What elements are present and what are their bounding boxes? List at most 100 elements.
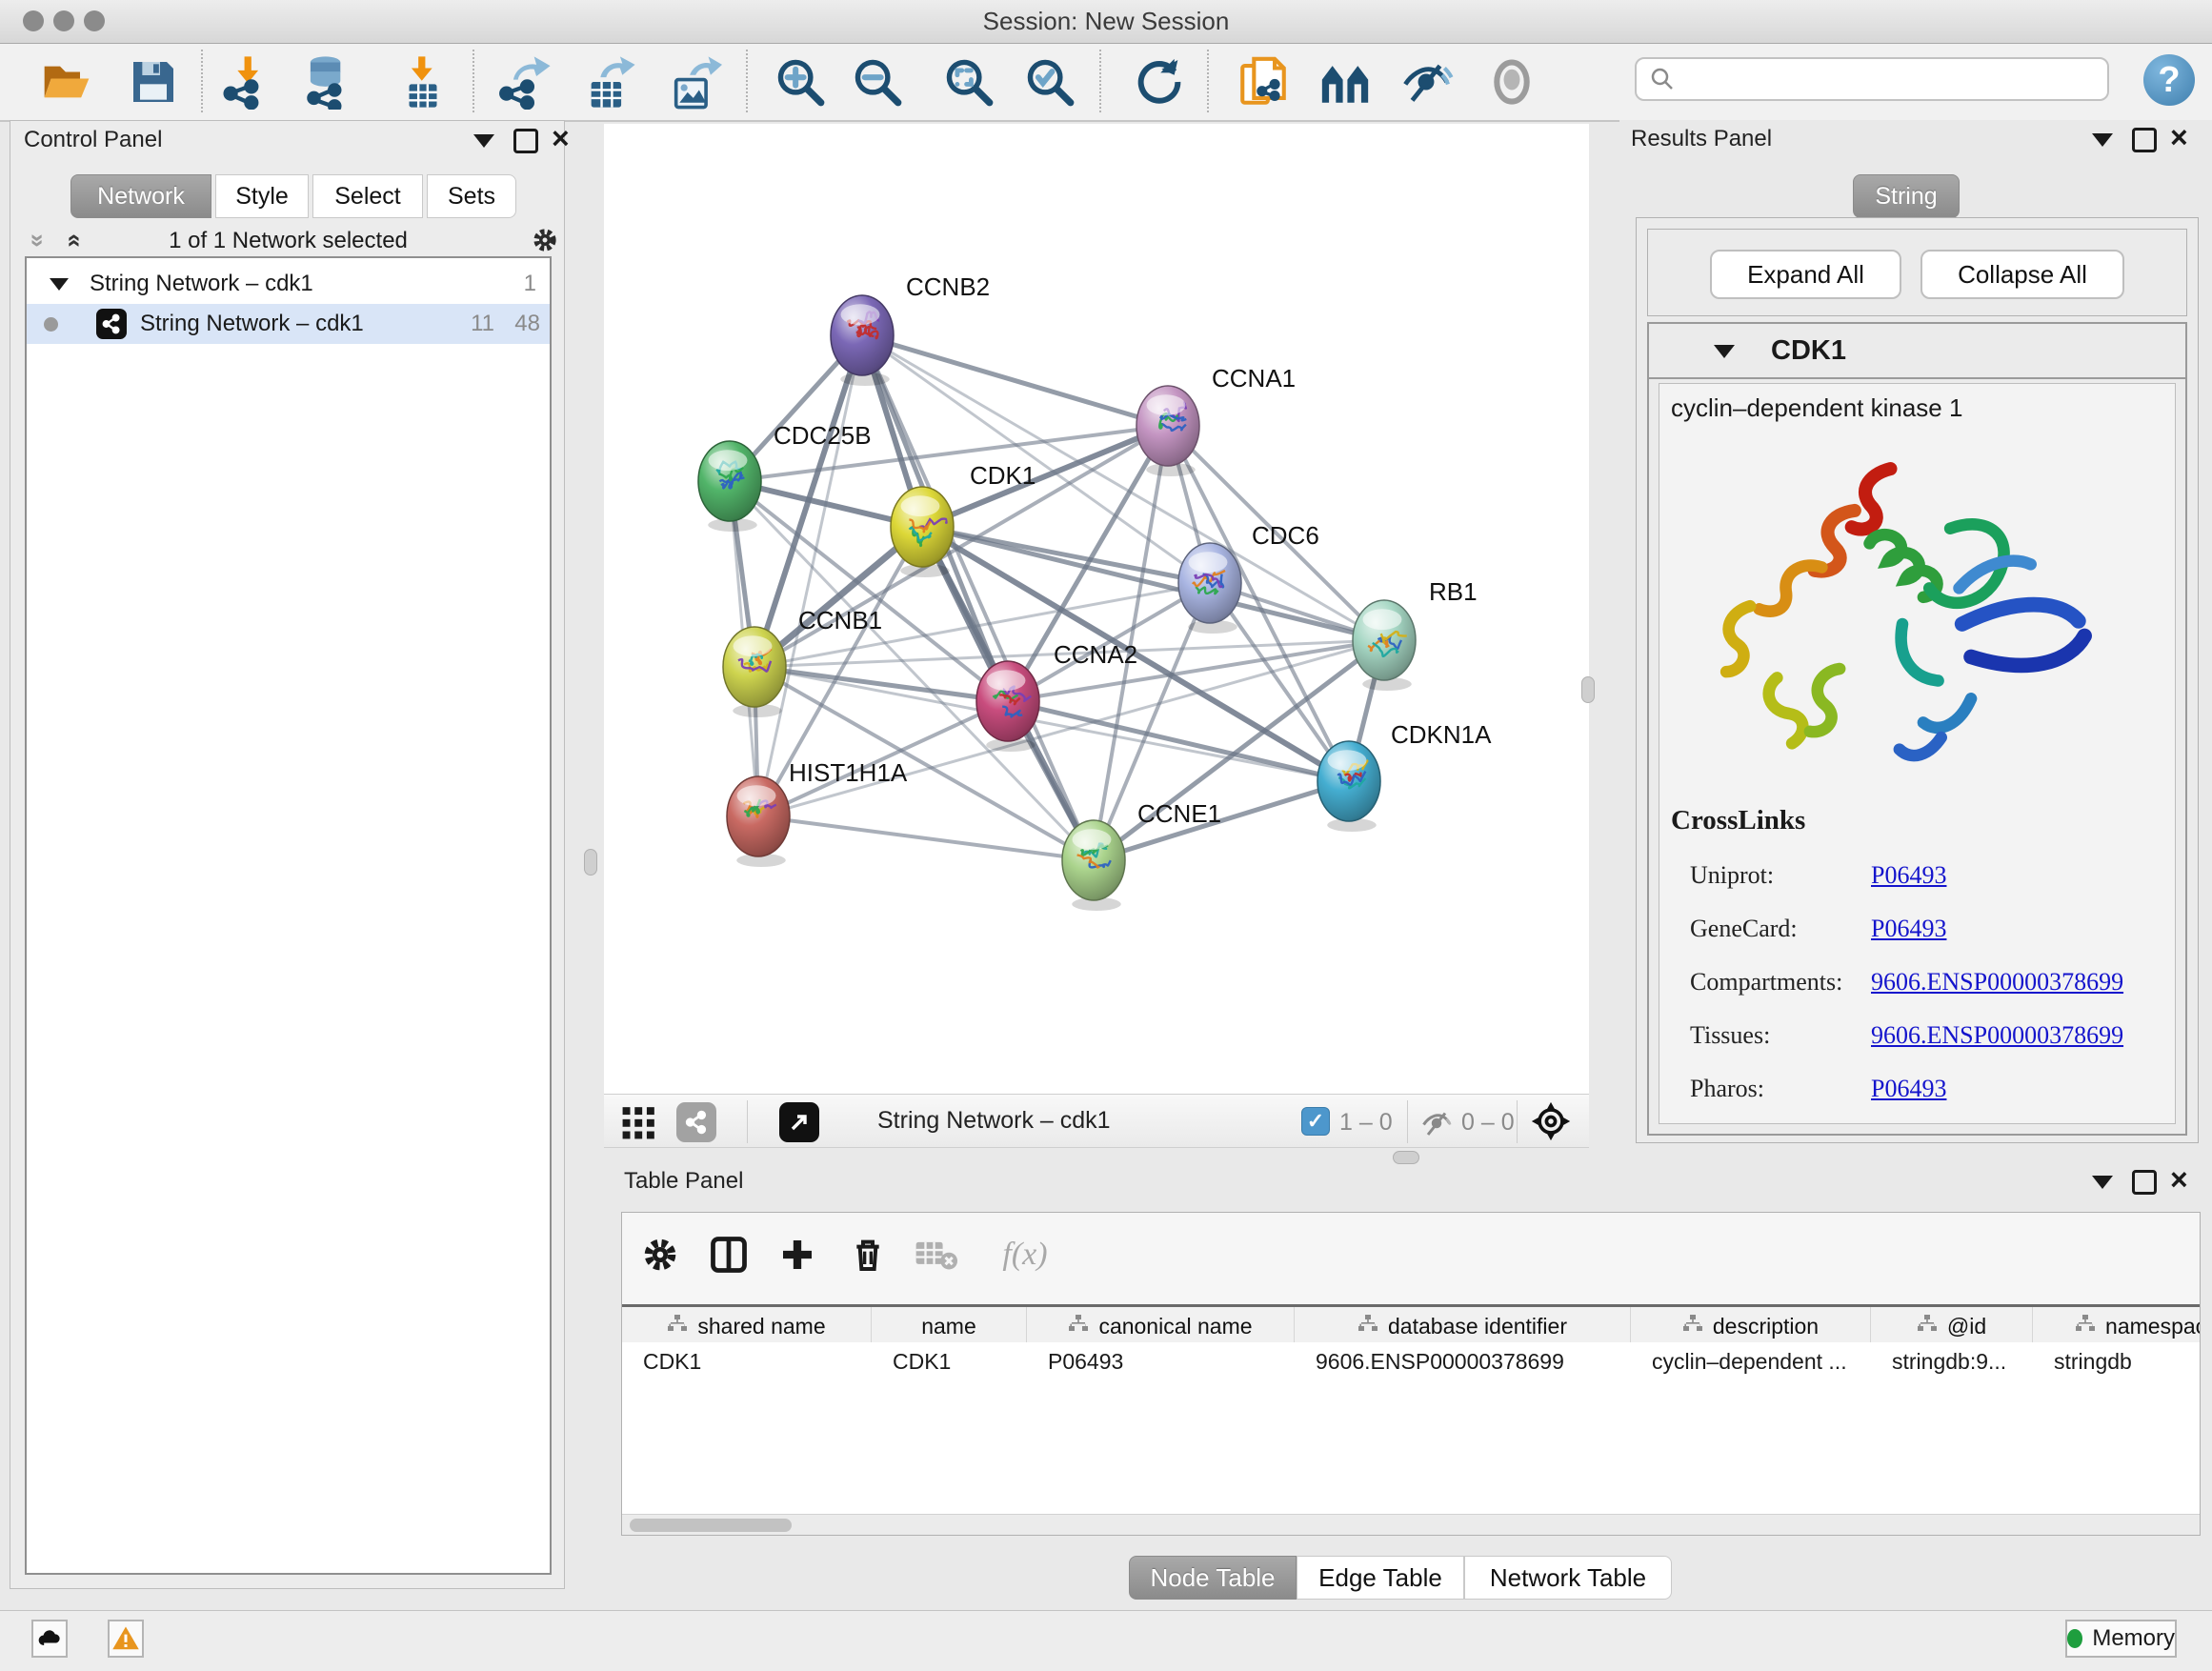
- show-columns-icon[interactable]: [704, 1230, 754, 1279]
- import-network-from-database-icon[interactable]: [297, 51, 358, 112]
- control-panel-title: Control Panel: [24, 127, 162, 153]
- gene-detail-box: cyclin–dependent kinase 1 CrossLinks: [1659, 383, 2176, 1124]
- crosslink-value-link[interactable]: 9606.ENSP00000378699: [1871, 968, 2123, 997]
- hide-selected-icon[interactable]: [1396, 51, 1457, 112]
- crosslink-value-link[interactable]: P06493: [1871, 915, 1946, 943]
- maximize-panel-icon[interactable]: [2132, 128, 2157, 152]
- network-node-CDC25B[interactable]: [698, 441, 761, 532]
- crosslink-value-link[interactable]: P06493: [1871, 1075, 1946, 1103]
- close-panel-icon[interactable]: ×: [2170, 1170, 2188, 1189]
- column-header-canonical-name[interactable]: canonical name: [1027, 1307, 1295, 1345]
- left-splitter-handle[interactable]: [584, 849, 597, 876]
- crosslink-value-link[interactable]: 9606.ENSP00000378699: [1871, 1021, 2123, 1050]
- collapse-gene-icon[interactable]: [1714, 345, 1735, 358]
- float-panel-icon[interactable]: [473, 134, 494, 148]
- column-header-description[interactable]: description: [1631, 1307, 1871, 1345]
- warning-status-button[interactable]: [108, 1620, 144, 1658]
- column-header-name[interactable]: name: [872, 1307, 1027, 1345]
- network-node-CDC6[interactable]: [1178, 543, 1241, 634]
- tab-sets[interactable]: Sets: [427, 174, 516, 218]
- import-table-from-file-icon[interactable]: [392, 51, 453, 112]
- zoom-out-icon[interactable]: [847, 51, 908, 112]
- export-image-icon[interactable]: [664, 51, 725, 112]
- collapse-tree-icon[interactable]: [50, 278, 69, 291]
- open-session-icon[interactable]: [36, 51, 97, 112]
- network-label: String Network – cdk1: [140, 311, 364, 337]
- help-button[interactable]: ?: [2143, 54, 2195, 106]
- collapse-all-button[interactable]: Collapse All: [1920, 250, 2124, 299]
- tab-select[interactable]: Select: [312, 174, 423, 218]
- network-options-gear-icon[interactable]: [531, 226, 559, 259]
- network-collection-row[interactable]: String Network – cdk1 1: [27, 264, 550, 304]
- crosslinks-list: Uniprot:P06493GeneCard:P06493Compartment…: [1690, 849, 2166, 1116]
- table-cell: stringdb: [2033, 1342, 2201, 1380]
- tab-node-table[interactable]: Node Table: [1129, 1556, 1297, 1600]
- export-network-icon[interactable]: [494, 51, 555, 112]
- network-node-CCNB2[interactable]: [831, 295, 894, 386]
- node-label-CDKN1A: CDKN1A: [1391, 720, 1492, 749]
- tab-string[interactable]: String: [1853, 174, 1960, 218]
- create-column-icon[interactable]: [773, 1230, 822, 1279]
- table-row[interactable]: CDK1CDK1P064939606.ENSP00000378699cyclin…: [622, 1342, 2200, 1380]
- tab-style[interactable]: Style: [215, 174, 309, 218]
- search-input[interactable]: [1677, 65, 2090, 93]
- delete-columns-icon[interactable]: [843, 1230, 893, 1279]
- close-panel-icon[interactable]: ×: [552, 129, 570, 148]
- crosslink-value-link[interactable]: P06493: [1871, 861, 1946, 890]
- scrollbar-thumb[interactable]: [630, 1519, 792, 1532]
- column-tree-icon: [667, 1314, 688, 1339]
- network-node-CCNE1[interactable]: [1062, 820, 1125, 911]
- float-panel-icon[interactable]: [2092, 1176, 2113, 1189]
- column-label: canonical name: [1098, 1314, 1252, 1339]
- right-splitter-handle[interactable]: [1581, 676, 1595, 703]
- column-header-at-id[interactable]: @id: [1871, 1307, 2033, 1345]
- search-box: [1635, 57, 2109, 101]
- gene-description: cyclin–dependent kinase 1: [1671, 393, 1962, 423]
- maximize-panel-icon[interactable]: [513, 129, 538, 153]
- gene-section-header[interactable]: CDK1: [1649, 324, 2185, 379]
- toolbar-separator: [1517, 1100, 1518, 1143]
- column-header-database-identifier[interactable]: database identifier: [1295, 1307, 1631, 1345]
- network-canvas[interactable]: CCNB2CCNA1CDC25BCDK1CDC6RB1CCNB1CCNA2CDK…: [604, 124, 1589, 1094]
- export-table-icon[interactable]: [579, 51, 640, 112]
- window-title: Session: New Session: [0, 0, 2212, 43]
- network-node-HIST1H1A[interactable]: [727, 776, 790, 867]
- import-network-from-file-icon[interactable]: [216, 51, 277, 112]
- network-node-CDKN1A[interactable]: [1317, 741, 1380, 832]
- crosslink-label: Pharos:: [1690, 1075, 1871, 1103]
- show-all-icon[interactable]: [1481, 51, 1542, 112]
- network-edge: [862, 335, 1168, 426]
- tab-network-table[interactable]: Network Table: [1464, 1556, 1672, 1600]
- warning-icon: [111, 1624, 140, 1653]
- clone-network-icon[interactable]: [1233, 51, 1294, 112]
- expand-all-button[interactable]: Expand All: [1710, 250, 1901, 299]
- birds-eye-view-icon[interactable]: [621, 1104, 657, 1145]
- crosslink-row: Tissues:9606.ENSP00000378699: [1690, 1009, 2166, 1062]
- tab-edge-table[interactable]: Edge Table: [1297, 1556, 1464, 1600]
- detach-view-icon[interactable]: [779, 1102, 819, 1142]
- refresh-view-icon[interactable]: [1129, 51, 1190, 112]
- close-panel-icon[interactable]: ×: [2170, 128, 2188, 147]
- memory-button[interactable]: Memory: [2065, 1620, 2177, 1658]
- tab-network[interactable]: Network: [70, 174, 211, 218]
- table-options-gear-icon[interactable]: [635, 1230, 685, 1279]
- save-session-icon[interactable]: [123, 51, 184, 112]
- column-header-shared-name[interactable]: shared name: [622, 1307, 872, 1345]
- cloud-status-button[interactable]: [31, 1620, 68, 1658]
- selection-status: 1 of 1 Network selected: [20, 228, 556, 254]
- zoom-in-icon[interactable]: [770, 51, 831, 112]
- float-panel-icon[interactable]: [2092, 133, 2113, 147]
- crosslink-row: Uniprot:P06493: [1690, 849, 2166, 902]
- zoom-fit-content-icon[interactable]: [938, 51, 999, 112]
- selected-counts: 1 – 0: [1339, 1109, 1393, 1137]
- first-neighbors-icon[interactable]: [1315, 51, 1376, 112]
- reset-zoom-crosshair-icon[interactable]: [1530, 1100, 1572, 1147]
- network-node-CCNB1[interactable]: [723, 627, 786, 717]
- network-row[interactable]: String Network – cdk1 11 48: [27, 304, 550, 344]
- maximize-panel-icon[interactable]: [2132, 1170, 2157, 1195]
- string-panel-icon[interactable]: [676, 1102, 716, 1142]
- zoom-selected-icon[interactable]: [1019, 51, 1080, 112]
- column-header-namespace[interactable]: namespace: [2033, 1307, 2201, 1345]
- network-node-RB1[interactable]: [1353, 600, 1416, 691]
- selected-checkbox-icon[interactable]: ✓: [1301, 1107, 1330, 1136]
